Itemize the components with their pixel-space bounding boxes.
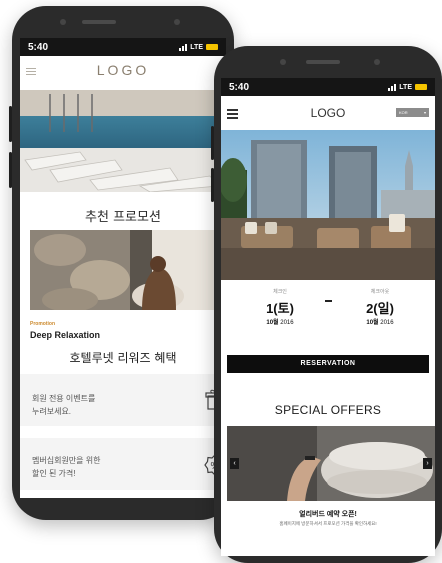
benefit-line: 회원 전용 이벤트를 [32, 394, 96, 403]
camera-dot [174, 19, 180, 25]
volume-button [9, 106, 12, 142]
promo-section-title: 추천 프로모션 [85, 210, 161, 225]
status-bar: 5:40 LTE [221, 78, 435, 96]
battery-icon [415, 84, 427, 90]
logo[interactable]: LOGO [20, 62, 226, 78]
spa-promo-image[interactable] [30, 230, 226, 310]
speaker-grille [306, 60, 340, 64]
camera-dot [60, 19, 66, 25]
network-label: LTE [399, 83, 412, 91]
checkout-year: 2016 [380, 320, 394, 326]
signal-icon [388, 83, 397, 91]
pool-hero-image [20, 90, 226, 192]
status-time: 5:40 [28, 41, 49, 53]
checkin-month-value: 10월 [266, 320, 279, 326]
benefit-card[interactable]: 회원 전용 이벤트를 누려보세요. [20, 374, 226, 426]
front-phone-frame: 5:40 LTE LOGO KOR ▾ 체크인 1(토) 10월 2016 체크… [211, 46, 442, 563]
network-label: LTE [190, 43, 203, 51]
date-range-separator [325, 300, 332, 302]
benefit-text: 회원 전용 이벤트를 누려보세요. [32, 392, 95, 418]
special-offers-title: SPECIAL OFFERS [274, 403, 382, 417]
app-header: LOGO KOR ▾ [221, 96, 435, 130]
camera-dot [280, 59, 286, 65]
benefit-text: 멤버십회원만을 위한 할인 된 가격! [32, 454, 100, 480]
benefit-line: 멤버십회원만을 위한 [32, 456, 101, 465]
status-time: 5:40 [229, 81, 250, 93]
signal-icon [179, 43, 188, 51]
camera-dot [374, 59, 380, 65]
language-value: KOR [399, 110, 408, 115]
volume-button [211, 126, 214, 160]
checkin-month: 10월 2016 [245, 317, 315, 326]
benefit-card[interactable]: 멤버십회원만을 위한 할인 된 가격! % [20, 438, 226, 490]
rooftop-hero-image [221, 130, 435, 280]
front-phone-screen: 5:40 LTE LOGO KOR ▾ 체크인 1(토) 10월 2016 체크… [221, 78, 435, 556]
offer-title[interactable]: 얼리버드 예약 오픈! [221, 509, 435, 519]
checkin-date[interactable]: 1(토) [245, 298, 315, 317]
back-phone-frame: 5:40 LTE LOGO 추천 프로모션 Promotion Deep Rel… [9, 6, 234, 520]
slider-next-arrow[interactable]: › [423, 458, 432, 469]
promo-tag: Promotion [30, 321, 55, 327]
checkout-label: 체크아웃 [370, 289, 390, 295]
checkin-label: 체크인 [273, 289, 287, 295]
benefit-line: 누려보세요. [32, 407, 72, 416]
back-phone-screen: 5:40 LTE LOGO 추천 프로모션 Promotion Deep Rel… [20, 38, 226, 498]
checkout-date[interactable]: 2(일) [345, 298, 415, 317]
app-header: LOGO [20, 56, 226, 90]
volume-button [211, 168, 214, 202]
checkin-year: 2016 [280, 320, 294, 326]
promo-name[interactable]: Deep Relaxation [30, 330, 100, 340]
chevron-down-icon: ▾ [423, 110, 426, 115]
speaker-grille [82, 20, 116, 24]
slider-prev-arrow[interactable]: ‹ [230, 458, 239, 469]
benefit-line: 할인 된 가격! [32, 469, 76, 478]
offer-description: 홈페이지에 방문하셔서 프로모션 가격을 확인하세요! [279, 521, 377, 526]
checkout-month: 10월 2016 [345, 317, 415, 326]
language-select[interactable]: KOR ▾ [396, 108, 429, 117]
rewards-title: 호텔루넷 리워즈 혜택 [69, 351, 177, 365]
special-offer-image[interactable] [227, 426, 435, 501]
battery-icon [206, 44, 218, 50]
reservation-button[interactable]: RESERVATION [227, 355, 429, 373]
status-bar: 5:40 LTE [20, 38, 226, 56]
volume-button [9, 152, 12, 188]
checkout-month-value: 10월 [366, 320, 379, 326]
